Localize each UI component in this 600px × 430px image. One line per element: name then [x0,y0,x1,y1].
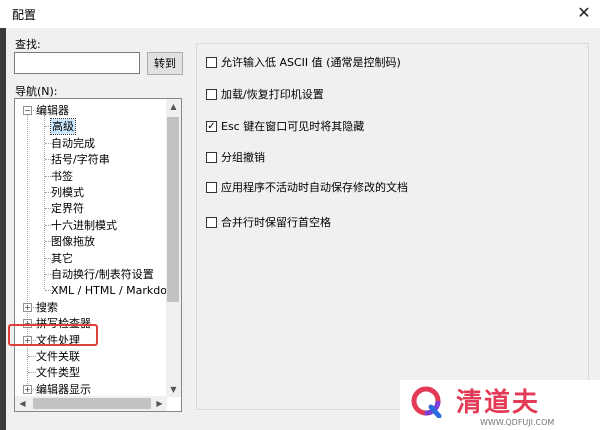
tree-item-label: 列模式 [51,186,84,199]
watermark-url: WWW.QDFUJI.COM [480,418,555,427]
option-checkbox[interactable] [206,182,217,193]
nav-label: 导航(N): [15,85,58,98]
nav-tree[interactable]: − 编辑器 高级 自动完成括号/字符串 书签列模式定界符十六进制模式 图像拖放其它自动换行… [14,98,182,412]
tree-connector-line [28,356,36,357]
expand-icon[interactable]: + [23,384,32,394]
tree-item-label: 自动换行/制表符设置 [51,268,154,281]
option-label: Esc 键在窗口可见时将其隐藏 [221,120,365,133]
option-label: 分组撤销 [221,151,265,164]
tree-item-label: 定界符 [51,202,84,216]
close-icon[interactable]: ✕ [573,2,595,24]
scroll-up-icon[interactable]: ▲ [166,99,181,114]
option-checkbox[interactable] [206,57,217,68]
collapse-icon[interactable]: − [23,106,32,115]
tree-item-label: 搜索 [36,300,58,314]
scroll-down-icon[interactable]: ▼ [166,382,181,397]
tree-item-label: XML / HTML / Markdow [51,284,176,298]
tree-item-label: 自动完成 [51,136,95,150]
tree-item-label: 其它 [51,251,73,265]
watermark-logo-icon [411,386,442,418]
tree-item-label: 编辑器 [36,104,69,117]
tree-item-label: 高级 [50,118,76,136]
title-bar: 配置 ✕ [0,0,600,28]
tree-item-label: 编辑器显示 [36,382,91,396]
tree-connector-line [27,115,28,394]
option-checkbox[interactable] [206,217,217,228]
tree-item-label: 书签 [51,169,73,183]
option-label: 允许输入低 ASCII 值 (通常是控制码) [221,56,401,69]
horizontal-scrollbar[interactable]: ◀ ▶ [15,396,167,411]
option-checkbox[interactable] [206,89,217,100]
option-label: 应用程序不活动时自动保存修改的文档 [221,181,408,194]
option-label: 合并行时保留行首空格 [221,216,331,229]
window-title: 配置 [12,8,37,22]
tree-connector-line [44,115,45,289]
tree-item-label: 文件关联 [36,350,80,363]
tree-item-label: 文件类型 [36,366,80,380]
goto-button[interactable]: 转到 [147,52,183,75]
tree-item-label: 括号/字符串 [51,153,110,167]
background-window-edge [0,28,6,430]
expand-icon[interactable]: + [23,302,32,312]
tree-connector-line [28,372,36,374]
tree-item-label: 十六进制模式 [51,218,117,232]
option-checkbox[interactable]: ✓ [206,121,217,132]
vertical-scroll-thumb[interactable] [167,117,179,302]
option-checkbox[interactable] [206,152,217,163]
scroll-right-icon[interactable]: ▶ [152,396,167,411]
horizontal-scroll-thumb[interactable] [33,398,151,409]
option-label: 加载/恢复打印机设置 [221,88,324,101]
watermark: 清道夫 WWW.QDFUJI.COM [400,380,600,430]
tree-item-label: 图像拖放 [51,235,95,249]
annotation-highlight-box [8,324,98,346]
watermark-name: 清道夫 [456,388,541,418]
find-input[interactable] [14,52,140,74]
find-label: 查找: [15,38,41,51]
scroll-left-icon[interactable]: ◀ [15,396,30,411]
vertical-scrollbar[interactable]: ▲ ▼ [166,99,181,397]
